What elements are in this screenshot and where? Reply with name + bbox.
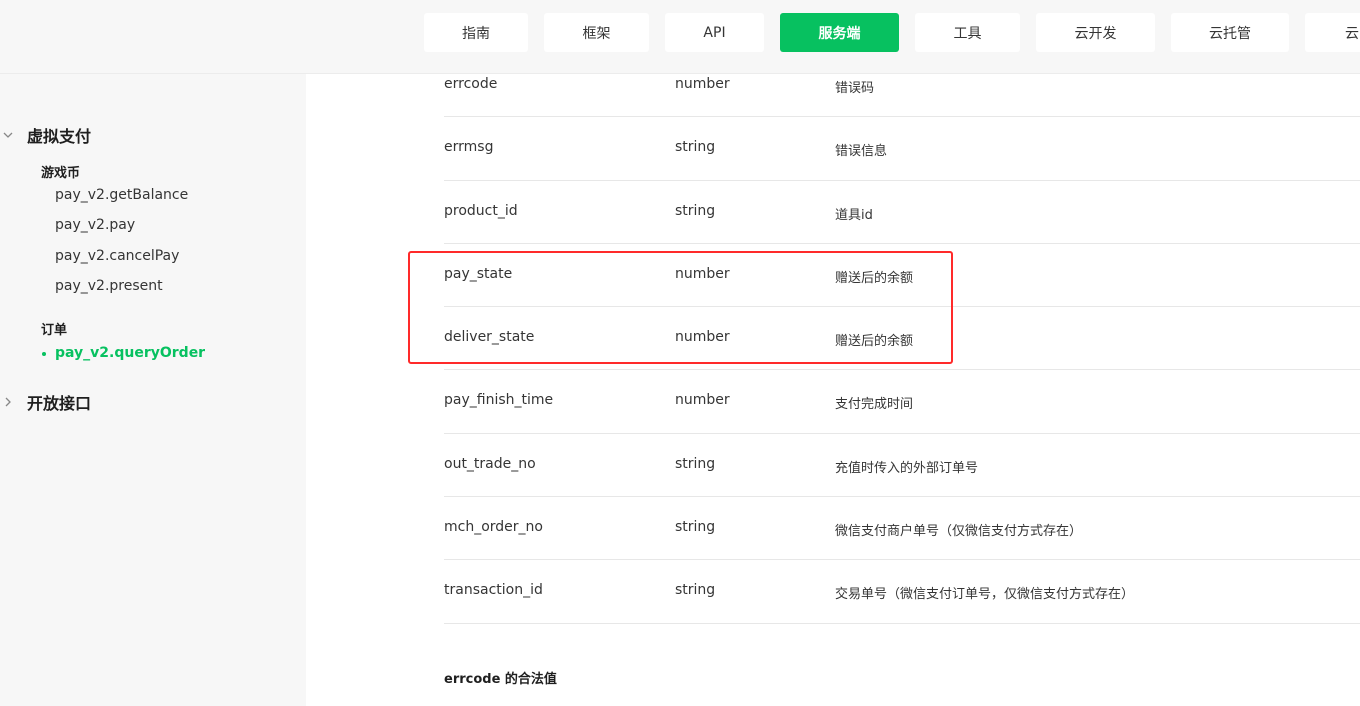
param-desc: 错误码 bbox=[835, 81, 875, 96]
table-row: deliver_state number 赠送后的余额 bbox=[444, 307, 1360, 370]
section-title-errcode: errcode 的合法值 bbox=[444, 672, 557, 687]
param-type: number bbox=[675, 76, 730, 92]
param-desc: 道具id bbox=[835, 208, 873, 223]
param-desc: 支付完成时间 bbox=[835, 397, 914, 412]
param-desc: 赠送后的余额 bbox=[835, 271, 914, 286]
sidebar-item-cancelpay[interactable]: pay_v2.cancelPay bbox=[55, 248, 179, 264]
param-name: transaction_id bbox=[444, 582, 543, 598]
tab-guide[interactable]: 指南 bbox=[424, 13, 528, 52]
table-row: errcode number 错误码 bbox=[444, 74, 1360, 117]
param-name: mch_order_no bbox=[444, 519, 543, 535]
param-desc: 错误信息 bbox=[835, 144, 888, 159]
top-nav: 指南 框架 API 服务端 工具 云开发 云托管 云 bbox=[0, 0, 1360, 74]
sidebar-group-open-api[interactable]: 开放接口 bbox=[0, 390, 300, 414]
param-name: pay_finish_time bbox=[444, 392, 554, 408]
content-area: errcode number 错误码 errmsg string 错误信息 pr… bbox=[306, 74, 1360, 706]
sidebar-item-pay[interactable]: pay_v2.pay bbox=[55, 217, 135, 233]
param-type: number bbox=[675, 266, 730, 282]
param-name: deliver_state bbox=[444, 329, 535, 345]
param-type: string bbox=[675, 582, 716, 598]
param-name: product_id bbox=[444, 203, 518, 219]
sidebar-group-label: 虚拟支付 bbox=[27, 127, 92, 146]
sidebar-item-present[interactable]: pay_v2.present bbox=[55, 278, 163, 294]
sidebar-group-virtual-pay[interactable]: 虚拟支付 bbox=[0, 123, 300, 147]
param-desc: 充值时传入的外部订单号 bbox=[835, 461, 979, 476]
table-row: product_id string 道具id bbox=[444, 181, 1360, 244]
table-row: pay_state number 赠送后的余额 bbox=[444, 244, 1360, 307]
param-name: out_trade_no bbox=[444, 456, 536, 472]
tab-cloud-truncated[interactable]: 云 bbox=[1305, 13, 1360, 52]
param-name: errmsg bbox=[444, 139, 494, 155]
sidebar-group-label: 开放接口 bbox=[27, 394, 92, 413]
table-row: out_trade_no string 充值时传入的外部订单号 bbox=[444, 434, 1360, 497]
tab-cloud-hosting[interactable]: 云托管 bbox=[1171, 13, 1289, 52]
param-type: string bbox=[675, 203, 716, 219]
param-desc: 赠送后的余额 bbox=[835, 334, 914, 349]
param-name: errcode bbox=[444, 76, 498, 92]
table-row: errmsg string 错误信息 bbox=[444, 117, 1360, 181]
param-desc: 交易单号（微信支付订单号，仅微信支付方式存在） bbox=[835, 587, 1135, 602]
param-type: string bbox=[675, 519, 716, 535]
table-row: transaction_id string 交易单号（微信支付订单号，仅微信支付… bbox=[444, 560, 1360, 624]
table-row: mch_order_no string 微信支付商户单号（仅微信支付方式存在） bbox=[444, 497, 1360, 560]
tab-cloud-dev[interactable]: 云开发 bbox=[1036, 13, 1155, 52]
sidebar-subheading-game-coin: 游戏币 bbox=[41, 166, 81, 181]
tab-tools[interactable]: 工具 bbox=[915, 13, 1020, 52]
chevron-down-icon bbox=[3, 129, 13, 141]
sidebar-subheading-order: 订单 bbox=[41, 323, 68, 338]
chevron-right-icon bbox=[3, 396, 13, 408]
param-type: number bbox=[675, 329, 730, 345]
table-row: pay_finish_time number 支付完成时间 bbox=[444, 370, 1360, 434]
param-type: string bbox=[675, 139, 716, 155]
sidebar-item-getbalance[interactable]: pay_v2.getBalance bbox=[55, 187, 188, 203]
param-type: string bbox=[675, 456, 716, 472]
tab-server[interactable]: 服务端 bbox=[780, 13, 899, 52]
sidebar-item-queryorder[interactable]: pay_v2.queryOrder bbox=[55, 345, 205, 361]
param-desc: 微信支付商户单号（仅微信支付方式存在） bbox=[835, 524, 1083, 539]
param-name: pay_state bbox=[444, 266, 513, 282]
tab-api[interactable]: API bbox=[665, 13, 764, 52]
active-dot-icon bbox=[42, 352, 46, 356]
sidebar: 虚拟支付 游戏币 pay_v2.getBalance pay_v2.pay pa… bbox=[0, 74, 306, 706]
param-type: number bbox=[675, 392, 730, 408]
tab-framework[interactable]: 框架 bbox=[544, 13, 649, 52]
